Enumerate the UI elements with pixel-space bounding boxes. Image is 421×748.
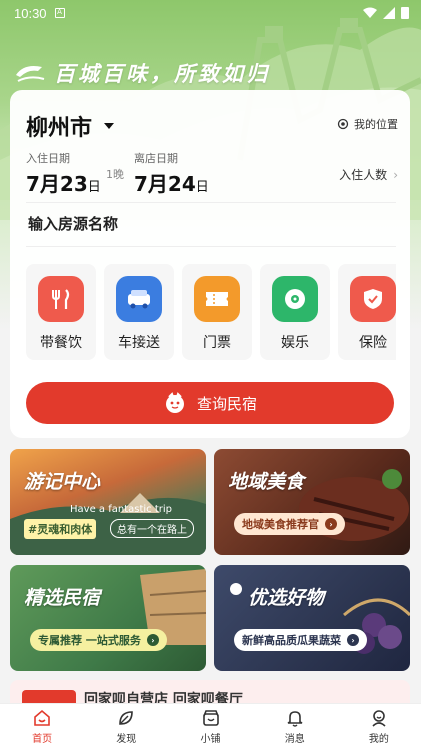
guests-selector[interactable]: 入住人数 › bbox=[339, 166, 398, 183]
insurance-icon bbox=[350, 276, 396, 322]
ticket-icon bbox=[194, 276, 240, 322]
travel-notes-tag: #灵魂和肉体 bbox=[24, 519, 97, 539]
checkin-month: 7月 bbox=[26, 172, 60, 196]
home-icon bbox=[34, 709, 50, 726]
status-icons bbox=[363, 6, 409, 19]
local-food-button[interactable]: 地域美食推荐官 › bbox=[234, 513, 345, 535]
tab-messages-label: 消息 bbox=[284, 733, 305, 745]
checkin-date[interactable]: 入住日期 7月23日 bbox=[26, 150, 101, 197]
tab-profile[interactable]: 我的 bbox=[337, 704, 421, 748]
checkout-value: 7月24日 bbox=[134, 168, 209, 197]
chevron-right-icon: › bbox=[393, 167, 398, 182]
status-bar: 10:30 A bbox=[0, 0, 421, 26]
service-ticket[interactable]: 门票 bbox=[182, 264, 252, 360]
checkout-unit: 日 bbox=[195, 180, 209, 195]
property-name-input[interactable]: 输入房源名称 bbox=[28, 213, 118, 234]
homestay-tile[interactable]: 精选民宿 专属推荐 一站式服务 › bbox=[10, 565, 206, 671]
checkout-month: 7月 bbox=[134, 172, 168, 196]
service-shuttle-label: 车接送 bbox=[118, 335, 160, 351]
local-food-tile[interactable]: 地域美食 地域美食推荐官 › bbox=[214, 449, 410, 555]
arrow-right-icon: › bbox=[146, 634, 159, 646]
my-location-button[interactable]: 我的位置 bbox=[337, 116, 398, 132]
homestay-button[interactable]: 专属推荐 一站式服务 › bbox=[30, 629, 167, 651]
city-selector[interactable]: 柳州市 bbox=[26, 110, 115, 142]
tab-home[interactable]: 首页 bbox=[0, 704, 84, 748]
wifi-icon bbox=[363, 7, 377, 18]
status-time: 10:30 bbox=[14, 5, 47, 21]
query-button-label: 查询民宿 bbox=[196, 394, 257, 413]
search-card: 柳州市 我的位置 入住日期 7月23日 1晚 离店日期 7月24日 入住人数 ›… bbox=[10, 90, 410, 438]
divider bbox=[26, 246, 396, 247]
arrow-right-icon: › bbox=[325, 518, 337, 530]
homestay-title: 精选民宿 bbox=[24, 587, 101, 609]
music-icon bbox=[272, 276, 318, 322]
checkin-day: 23 bbox=[59, 172, 88, 196]
service-insurance[interactable]: 保险 bbox=[338, 264, 396, 360]
house-illustration bbox=[140, 569, 206, 645]
user-icon bbox=[372, 709, 386, 727]
checkout-day: 24 bbox=[167, 172, 196, 196]
travel-notes-tag2: 总有一个在路上 bbox=[110, 519, 194, 538]
tab-discover[interactable]: 发现 bbox=[84, 704, 168, 748]
sim-icon: A bbox=[54, 8, 65, 18]
good-products-button[interactable]: 新鲜高品质瓜果蔬菜 › bbox=[234, 629, 367, 651]
good-products-title: 优选好物 bbox=[248, 587, 325, 609]
guests-label: 入住人数 bbox=[339, 168, 388, 182]
checkin-label: 入住日期 bbox=[26, 152, 70, 165]
city-name: 柳州市 bbox=[26, 116, 93, 141]
mascot-icon bbox=[165, 392, 184, 413]
shop-icon bbox=[202, 709, 219, 726]
travel-notes-tile[interactable]: 游记中心 Have a fantastic trip #灵魂和肉体 总有一个在路… bbox=[10, 449, 206, 555]
logo-icon bbox=[16, 66, 45, 82]
service-dining[interactable]: 带餐饮 bbox=[26, 264, 96, 360]
service-entertainment-label: 娱乐 bbox=[281, 335, 309, 351]
date-row: 入住日期 7月23日 1晚 离店日期 7月24日 入住人数 › bbox=[26, 150, 398, 196]
checkout-label: 离店日期 bbox=[134, 152, 178, 165]
tab-home-label: 首页 bbox=[32, 733, 53, 745]
good-products-button-label: 新鲜高品质瓜果蔬菜 bbox=[242, 634, 341, 647]
location-icon bbox=[337, 118, 349, 130]
divider bbox=[26, 202, 396, 203]
my-location-label: 我的位置 bbox=[354, 118, 398, 131]
leaf-icon bbox=[119, 710, 134, 725]
tab-shop[interactable]: 小铺 bbox=[168, 704, 252, 748]
homestay-button-label: 专属推荐 一站式服务 bbox=[38, 634, 141, 647]
checkin-value: 7月23日 bbox=[26, 168, 101, 197]
good-products-tile[interactable]: 优选好物 新鲜高品质瓜果蔬菜 › bbox=[214, 565, 410, 671]
service-shuttle[interactable]: 车接送 bbox=[104, 264, 174, 360]
bottom-tab-bar: 首页 发现 小铺 消息 我的 bbox=[0, 703, 421, 748]
query-homestay-button[interactable]: 查询民宿 bbox=[26, 382, 394, 424]
tab-messages[interactable]: 消息 bbox=[253, 704, 337, 748]
service-insurance-label: 保险 bbox=[359, 335, 387, 351]
local-food-title: 地域美食 bbox=[228, 471, 305, 493]
arrow-right-icon: › bbox=[347, 634, 359, 646]
travel-notes-title: 游记中心 bbox=[24, 471, 101, 493]
battery-icon bbox=[401, 7, 409, 19]
slogan-text: 百城百味，所致如归 bbox=[54, 62, 270, 86]
service-row: 带餐饮 车接送 门票 娱乐 保险 bbox=[26, 264, 396, 360]
service-entertainment[interactable]: 娱乐 bbox=[260, 264, 330, 360]
travel-notes-illustration bbox=[10, 493, 206, 555]
local-food-button-label: 地域美食推荐官 bbox=[242, 518, 319, 531]
tab-shop-label: 小铺 bbox=[200, 733, 221, 745]
caret-down-icon bbox=[104, 123, 115, 129]
travel-notes-subtitle: Have a fantastic trip bbox=[70, 504, 172, 515]
bell-icon bbox=[287, 710, 303, 727]
dining-icon bbox=[38, 276, 84, 322]
tab-discover-label: 发现 bbox=[116, 733, 137, 745]
slogan: 百城百味，所致如归 bbox=[14, 58, 270, 88]
fruit-basket-illustration bbox=[230, 583, 410, 654]
service-ticket-label: 门票 bbox=[203, 335, 231, 351]
signal-icon bbox=[383, 6, 395, 19]
tab-profile-label: 我的 bbox=[368, 733, 389, 745]
steak-illustration bbox=[299, 469, 409, 541]
service-dining-label: 带餐饮 bbox=[40, 335, 82, 351]
checkout-date[interactable]: 离店日期 7月24日 bbox=[134, 150, 209, 197]
nights-count: 1晚 bbox=[106, 168, 124, 181]
checkin-unit: 日 bbox=[87, 180, 101, 195]
car-icon bbox=[116, 276, 162, 322]
